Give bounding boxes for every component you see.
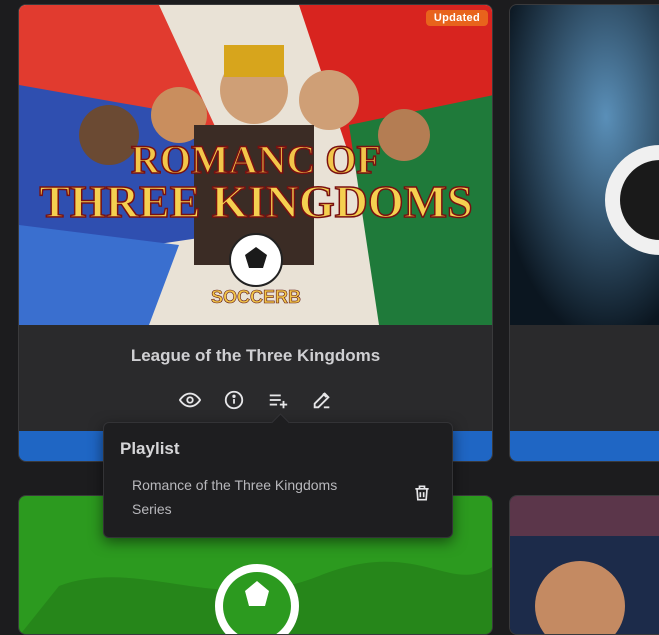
card-actions [19,389,492,411]
popup-title: Playlist [120,439,180,458]
art-subtitle: SOCCERB [211,287,301,307]
playlist-add-icon[interactable] [267,389,289,411]
playlist-popup: Playlist Romance of the Three Kingdoms S… [103,422,453,538]
play-button-partial[interactable] [510,431,659,461]
playlist-item-label[interactable]: Romance of the Three Kingdoms Series [132,473,362,521]
updated-badge: Updated [425,10,488,26]
art-title-line2: THREE KINGDOMS [39,176,472,227]
game-cover-image[interactable]: ROMANC OF THREE KINGDOMS SOCCERB Updated [19,5,492,325]
game-cover-image-bottom-partial[interactable] [510,496,659,634]
info-icon[interactable] [223,389,245,411]
game-card-partial[interactable] [509,4,659,462]
game-card[interactable]: ROMANC OF THREE KINGDOMS SOCCERB Updated… [18,4,493,462]
game-cover-image-partial[interactable] [510,5,659,325]
eye-icon[interactable] [178,389,201,411]
trash-icon[interactable] [412,483,432,508]
edit-icon[interactable] [311,389,333,411]
game-card-bottom-partial[interactable] [509,495,659,635]
card-title: League of the Three Kingdoms [130,346,381,365]
